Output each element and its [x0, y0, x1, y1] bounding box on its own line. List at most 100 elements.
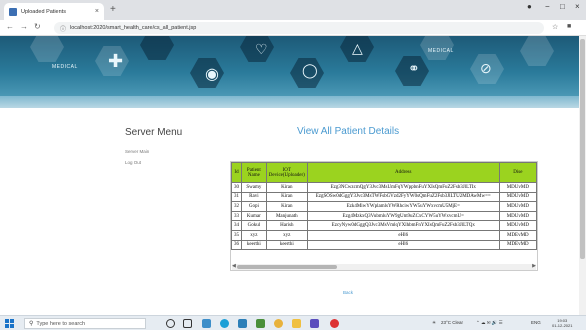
table-row: 36 keerthi keerthi eHl6 MDEvMD	[231, 239, 537, 251]
cortana-icon[interactable]	[166, 319, 175, 328]
app-icon[interactable]	[330, 319, 339, 328]
cell-address: Ezg3NCwzcmQgY3Jvc3MsUmFqYWppbnFuYXIsQmFu…	[306, 182, 500, 193]
medical-cross-icon: ✚	[108, 51, 124, 71]
scroll-right-arrow-icon[interactable]: ▶	[532, 263, 536, 269]
info-icon[interactable]: ⓘ	[60, 24, 66, 33]
browser-tab-bar: Uploaded Patients × + ● − □ ×	[0, 0, 586, 20]
cell-address: eHl6	[306, 239, 500, 251]
weather-icon[interactable]: ☀	[432, 320, 436, 326]
syringe-icon: ⊘	[480, 60, 492, 76]
cell-iot-device: keerthi	[265, 239, 308, 251]
new-tab-button[interactable]: +	[110, 3, 116, 17]
weather-status[interactable]: 23°C Clear	[441, 320, 463, 325]
minimize-icon[interactable]: ●	[527, 2, 532, 11]
search-placeholder: Type here to search	[36, 320, 86, 327]
cell-disease: MDUvMD	[498, 220, 537, 231]
scrollbar-thumb[interactable]	[237, 265, 337, 269]
cell-id: 32	[231, 201, 242, 212]
window-minimize-button[interactable]: −	[545, 2, 550, 11]
column-header-disease: Dise	[498, 162, 537, 183]
heart-icon: ♡	[255, 41, 268, 57]
reload-icon[interactable]: ↻	[34, 22, 41, 31]
taskbar-clock[interactable]: 19:03 01-12-2021	[552, 318, 572, 328]
banner-base-strip	[0, 96, 586, 108]
cell-disease: MDUvMD	[498, 201, 537, 212]
cell-patient-name: Gokul	[241, 220, 267, 231]
patient-table: Id Patient Name IOT Device(Uploader) Add…	[231, 162, 537, 251]
table-header-row: Id Patient Name IOT Device(Uploader) Add…	[231, 162, 537, 183]
window-close-button[interactable]: ×	[575, 2, 580, 11]
chrome-browser-icon[interactable]	[274, 319, 283, 328]
flask-icon: △	[352, 40, 363, 56]
search-icon: ⚲	[29, 321, 34, 327]
windows-taskbar: ⚲ Type here to search ☀ 23°C Clear ⌃ ☁ ✉…	[0, 315, 586, 330]
hexagon-shape	[520, 36, 554, 66]
cell-iot-device: Kiran	[265, 182, 308, 193]
tab-title: Uploaded Patients	[21, 8, 66, 15]
cell-disease: MDEvMD	[498, 229, 537, 241]
cell-disease: MDUvMD	[498, 182, 537, 193]
tab-close-icon[interactable]: ×	[95, 8, 99, 15]
scroll-left-arrow-icon[interactable]: ◀	[232, 263, 236, 269]
column-header-iot-device: IOT Device(Uploader)	[265, 162, 308, 183]
profile-icon[interactable]: ■	[567, 23, 571, 30]
file-explorer-icon[interactable]	[292, 319, 301, 328]
cell-address: Ezk4MiwYWplamlsYWRhciwYW5uYWxvcmU5MjE=	[306, 201, 500, 212]
browser-tab[interactable]: Uploaded Patients ×	[4, 3, 104, 20]
cell-id: 36	[231, 239, 242, 251]
language-indicator[interactable]: ENG	[531, 320, 541, 325]
table-row: 33 Kumar Manjunath Ezg4MzkxQ3VubmluYW9gU…	[231, 210, 537, 222]
cell-iot-device: Kiran	[265, 201, 308, 212]
system-tray-icons[interactable]: ⌃ ☁ ✉ 🔊 ☰	[476, 320, 503, 326]
taskbar-search-box[interactable]: ⚲ Type here to search	[24, 318, 146, 329]
cell-id: 35	[231, 229, 242, 241]
page-title: View All Patient Details	[297, 126, 400, 137]
edge-browser-icon[interactable]	[220, 319, 229, 328]
bookmark-star-icon[interactable]: ☆	[552, 23, 558, 31]
cell-iot-device: xyz	[265, 229, 308, 241]
patient-table-container[interactable]: Id Patient Name IOT Device(Uploader) Add…	[230, 161, 538, 271]
cell-disease: MDUvMD	[498, 191, 537, 203]
cell-patient-name: Gopi	[241, 201, 267, 212]
cell-iot-device: Harish	[265, 220, 308, 231]
banner-medical-label: MEDICAL	[52, 64, 78, 70]
back-link[interactable]: Back	[343, 290, 353, 295]
windows-start-icon[interactable]	[5, 319, 14, 328]
logout-link[interactable]: Log Out	[125, 160, 141, 165]
cell-disease: MDEvMD	[498, 239, 537, 251]
store-icon[interactable]	[202, 319, 211, 328]
address-bar[interactable]: ⓘ localhost:2020/smart_health_care/cs_al…	[54, 22, 544, 34]
table-row: 30 Swamy Kiran Ezg3NCwzcmQgY3Jvc3MsUmFqY…	[231, 182, 537, 193]
cell-iot-device: Kiran	[265, 191, 308, 203]
back-arrow-icon[interactable]: ←	[6, 22, 14, 31]
window-maximize-button[interactable]: □	[560, 2, 565, 11]
page-scrollbar-thumb[interactable]	[580, 39, 585, 259]
pill-icon: ◯	[302, 62, 318, 78]
cell-address: EzgSOSw0dGggY3Jvc3MsTWFsbGVzd2FyYW0sQmFu…	[306, 191, 500, 203]
column-header-patient-name: Patient Name	[241, 162, 267, 183]
teams-icon[interactable]	[310, 319, 319, 328]
cell-patient-name: Ravi	[241, 191, 267, 203]
table-horizontal-scrollbar[interactable]: ◀ ▶	[232, 263, 536, 270]
cell-patient-name: Swamy	[241, 182, 267, 193]
cell-iot-device: Manjunath	[265, 210, 308, 222]
table-row: 31 Ravi Kiran EzgSOSw0dGggY3Jvc3MsTWFsbG…	[231, 191, 537, 203]
page-vertical-scrollbar[interactable]	[579, 36, 586, 315]
address-url: localhost:2020/smart_health_care/cs_all_…	[70, 25, 197, 31]
cell-id: 34	[231, 220, 242, 231]
cell-id: 33	[231, 210, 242, 222]
task-view-icon[interactable]	[183, 319, 192, 328]
cell-id: 31	[231, 191, 242, 203]
cell-address: Ezg4MzkxQ3VubmluYW9gUm9uZCxCYW5uYWxvcmU=	[306, 210, 500, 222]
table-row: 35 xyz xyz eHl6 MDEvMD	[231, 229, 537, 241]
table-row: 34 Gokul Harish EzcyNyw0dGggQ3Jvc3MsVmlq…	[231, 220, 537, 231]
cell-id: 30	[231, 182, 242, 193]
mail-icon[interactable]	[238, 319, 247, 328]
spreadsheet-icon[interactable]	[256, 319, 265, 328]
server-main-link[interactable]: Server Main	[125, 149, 149, 154]
column-header-address: Address	[306, 162, 500, 183]
column-header-id: Id	[231, 162, 242, 183]
forward-arrow-icon[interactable]: →	[20, 22, 28, 31]
banner-medical-label: MEDICAL	[428, 48, 454, 54]
stethoscope-icon: ⚭	[408, 60, 420, 76]
